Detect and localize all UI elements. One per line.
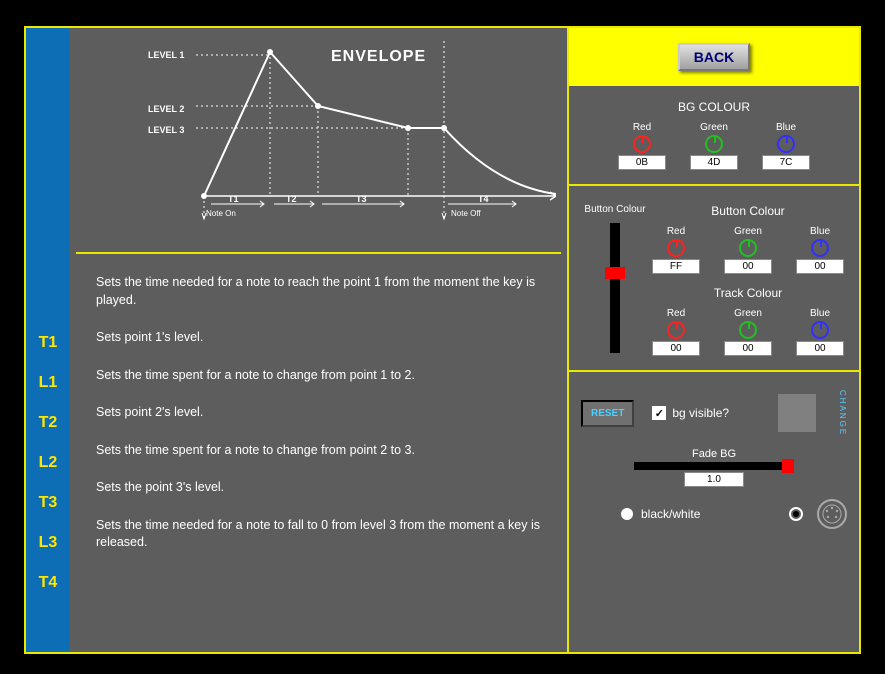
bg-blue-label: Blue: [776, 122, 796, 133]
btn-blue-knob[interactable]: [811, 239, 829, 257]
label-T2: T2: [39, 414, 58, 432]
trk-green-knob[interactable]: [739, 321, 757, 339]
track-colour-title: Track Colour: [649, 286, 847, 300]
description-list: Sets the time needed for a note to reach…: [76, 260, 561, 652]
black-white-label: black/white: [641, 507, 700, 521]
trk-green-label: Green: [734, 308, 762, 319]
label-column: T1 L1 T2 L2 T3 L3 T4: [26, 28, 70, 652]
back-button[interactable]: BACK: [678, 43, 750, 71]
btn-red-value[interactable]: FF: [652, 259, 700, 274]
label-L3: L3: [39, 534, 58, 552]
label-T1: T1: [39, 334, 58, 352]
label-L2: L2: [39, 454, 58, 472]
slider-thumb-icon[interactable]: [605, 267, 625, 279]
button-colour-title: Button Colour: [649, 204, 847, 218]
colour-swatch[interactable]: [778, 394, 816, 432]
button-colour-slider[interactable]: [610, 223, 620, 353]
button-track-panel: Button Colour Button Colour Red FF: [569, 190, 859, 372]
bg-green-value[interactable]: 4D: [690, 155, 738, 170]
envelope-diagram: ENVELOPE LEVEL 1 LEVEL 2 LEVEL 3 Note On…: [76, 28, 561, 254]
bg-green-knob[interactable]: [705, 135, 723, 153]
trk-blue-value[interactable]: 00: [796, 341, 844, 356]
bg-colour-title: BG COLOUR: [581, 100, 847, 114]
bg-red-label: Red: [633, 122, 651, 133]
btn-green-knob[interactable]: [739, 239, 757, 257]
btn-blue-value[interactable]: 00: [796, 259, 844, 274]
envelope-svg: [116, 36, 556, 246]
output-radio[interactable]: [789, 507, 803, 521]
slider-thumb-icon[interactable]: [782, 459, 794, 473]
bg-blue-knob[interactable]: [777, 135, 795, 153]
trk-green-value[interactable]: 00: [724, 341, 772, 356]
desc-T1: Sets the time needed for a note to reach…: [96, 274, 549, 309]
trk-blue-knob[interactable]: [811, 321, 829, 339]
desc-T4: Sets the time needed for a note to fall …: [96, 517, 549, 552]
bg-blue-value[interactable]: 7C: [762, 155, 810, 170]
trk-red-knob[interactable]: [667, 321, 685, 339]
label-T4: T4: [39, 574, 58, 592]
bg-colour-panel: BG COLOUR Red 0B Green 4D Blue: [569, 90, 859, 186]
desc-L2: Sets point 2's level.: [96, 404, 203, 422]
trk-red-value[interactable]: 00: [652, 341, 700, 356]
bg-red-knob[interactable]: [633, 135, 651, 153]
fade-bg-slider[interactable]: [634, 462, 794, 470]
checkbox-icon[interactable]: ✓: [652, 406, 666, 420]
desc-T3: Sets the time spent for a note to change…: [96, 442, 415, 460]
fade-bg-label: Fade BG: [692, 448, 736, 460]
black-white-radio[interactable]: [621, 508, 633, 520]
btn-green-value[interactable]: 00: [724, 259, 772, 274]
change-label: CHANGE: [838, 390, 847, 436]
trk-red-label: Red: [667, 308, 685, 319]
bg-red-value[interactable]: 0B: [618, 155, 666, 170]
reset-button[interactable]: RESET: [581, 400, 634, 427]
btn-red-knob[interactable]: [667, 239, 685, 257]
bg-visible-checkbox[interactable]: ✓ bg visible?: [652, 406, 729, 420]
btn-green-label: Green: [734, 226, 762, 237]
fade-bg-value[interactable]: 1.0: [684, 472, 744, 487]
bg-visible-label: bg visible?: [672, 406, 729, 420]
desc-T2: Sets the time spent for a note to change…: [96, 367, 415, 385]
midi-port-icon[interactable]: [817, 499, 847, 529]
desc-L1: Sets point 1's level.: [96, 329, 203, 347]
label-T3: T3: [39, 494, 58, 512]
btn-red-label: Red: [667, 226, 685, 237]
button-colour-slider-label: Button Colour: [584, 204, 645, 215]
settings-panel: RESET ✓ bg visible? CHANGE Fade BG 1.0: [569, 376, 859, 652]
label-L1: L1: [39, 374, 58, 392]
btn-blue-label: Blue: [810, 226, 830, 237]
desc-L3: Sets the point 3's level.: [96, 479, 224, 497]
top-bar: BACK: [569, 28, 859, 86]
trk-blue-label: Blue: [810, 308, 830, 319]
bg-green-label: Green: [700, 122, 728, 133]
